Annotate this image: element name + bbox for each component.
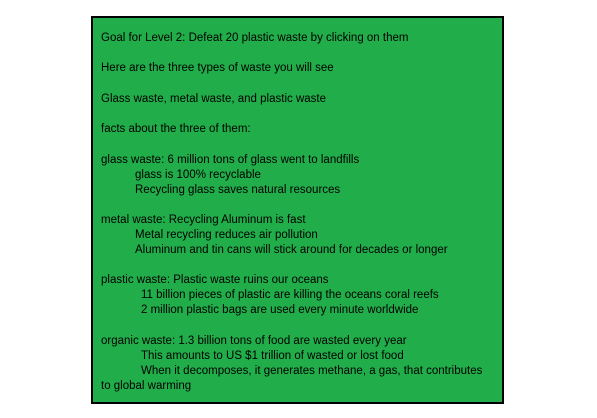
facts-heading: facts about the three of them: (101, 123, 251, 135)
metal-waste-title: metal waste: Recycling Aluminum is fast (101, 214, 306, 226)
level-goal: Goal for Level 2: Defeat 20 plastic wast… (101, 32, 409, 44)
glass-fact: Recycling glass saves natural resources (135, 184, 341, 196)
glass-waste-title: glass waste: 6 million tons of glass wen… (101, 154, 360, 166)
plastic-waste-title: plastic waste: Plastic waste ruins our o… (101, 274, 329, 286)
waste-types: Glass waste, metal waste, and plastic wa… (101, 93, 326, 105)
organic-fact-continuation: to global warming (101, 380, 192, 392)
organic-fact: This amounts to US $1 trillion of wasted… (141, 350, 404, 362)
level-info-panel: Goal for Level 2: Defeat 20 plastic wast… (91, 16, 504, 404)
waste-intro: Here are the three types of waste you wi… (101, 62, 334, 74)
organic-waste-title: organic waste: 1.3 billion tons of food … (101, 335, 407, 347)
organic-fact: When it decomposes, it generates methane… (141, 365, 483, 377)
glass-fact: glass is 100% recyclable (135, 169, 261, 181)
plastic-fact: 11 billion pieces of plastic are killing… (141, 289, 439, 301)
metal-fact: Metal recycling reduces air pollution (135, 229, 318, 241)
metal-fact: Aluminum and tin cans will stick around … (135, 244, 448, 256)
plastic-fact: 2 million plastic bags are used every mi… (141, 304, 419, 316)
